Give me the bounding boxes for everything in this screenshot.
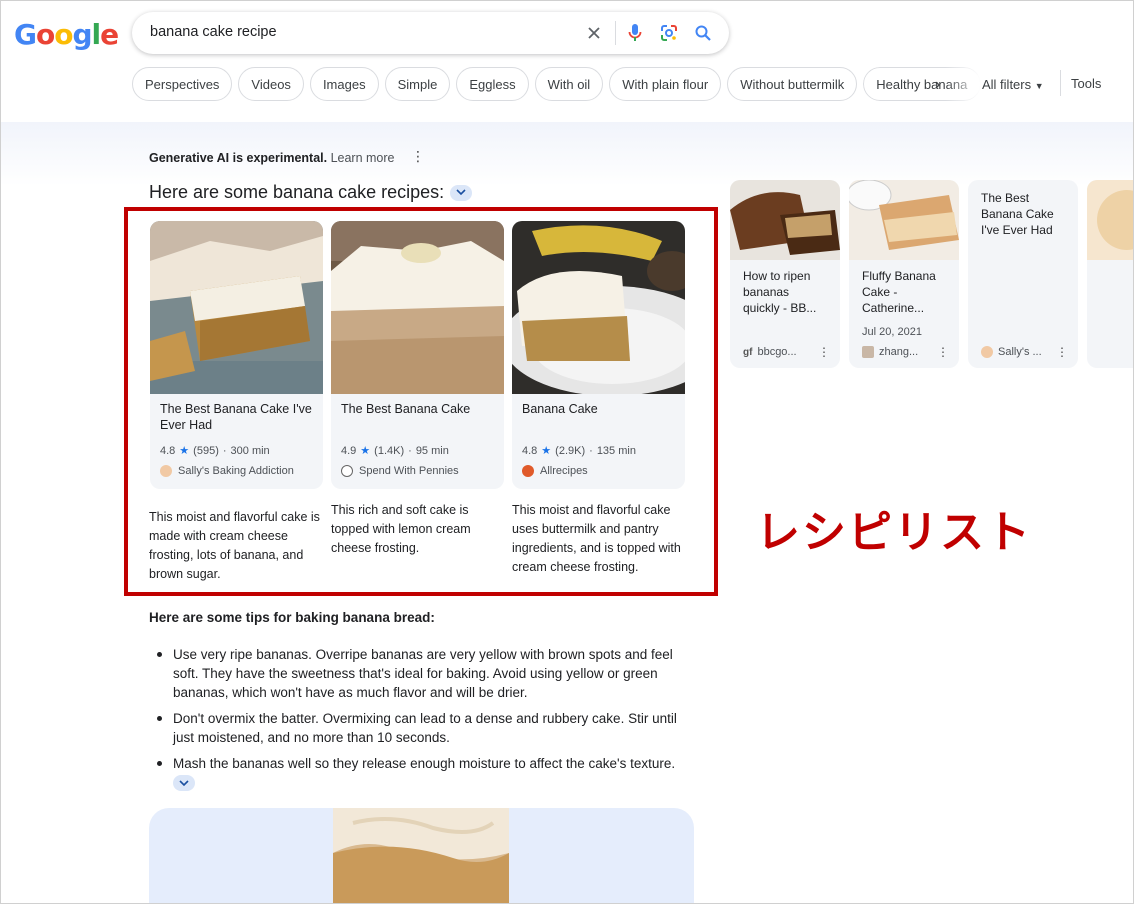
search-icon[interactable]	[691, 21, 715, 45]
side-card[interactable]: How to ripen bananas quickly - BB... gf …	[730, 180, 840, 368]
chip-perspectives[interactable]: Perspectives	[132, 67, 233, 101]
learn-more-link[interactable]: Learn more	[331, 151, 395, 165]
tools-divider	[1060, 70, 1061, 96]
tip-item: Mash the bananas well so they release en…	[157, 754, 697, 792]
image-panel	[149, 808, 694, 904]
cupcake-icon	[981, 346, 993, 358]
search-divider	[615, 21, 616, 45]
ai-heading-text: Here are some banana cake recipes:	[149, 182, 445, 202]
side-card-title: How to ripen bananas quickly - BB...	[743, 269, 817, 315]
side-card-source-name: bbcgo...	[757, 346, 797, 358]
annotation-label: レシピリスト	[756, 507, 1032, 558]
search-input[interactable]: banana cake recipe	[150, 24, 277, 40]
chip-images[interactable]: Images	[309, 67, 379, 101]
side-card[interactable]: Fluffy Banana Cake - Catherine... Jul 20…	[849, 180, 959, 368]
clear-icon[interactable]	[582, 21, 606, 45]
chevron-down-icon[interactable]	[450, 184, 473, 201]
all-filters-dropdown[interactable]: All filters ▼	[982, 77, 1044, 92]
tip-item: Use very ripe bananas. Overripe bananas …	[157, 645, 697, 702]
filter-chips: Perspectives Videos Images Simple Eggles…	[132, 67, 982, 101]
lens-camera-icon[interactable]	[657, 21, 681, 45]
chip-without-buttermilk[interactable]: Without buttermilk	[727, 67, 858, 101]
side-card-source-name: Sally's ...	[998, 346, 1042, 358]
chip-with-oil[interactable]: With oil	[534, 67, 604, 101]
annotation-highlight-box	[124, 207, 718, 596]
more-options-icon[interactable]: ⋮	[1056, 345, 1068, 359]
side-card-source-name: zhang...	[879, 346, 919, 358]
tip-item: Don't overmix the batter. Overmixing can…	[157, 709, 697, 747]
side-card-peek[interactable]	[1087, 180, 1134, 368]
side-card-date: Jul 20, 2021	[862, 326, 922, 338]
bbc-logo-icon: gf	[743, 346, 753, 358]
tip-text: Mash the bananas well so they release en…	[173, 756, 676, 771]
tools-button[interactable]: Tools	[1071, 76, 1101, 91]
chip-videos[interactable]: Videos	[238, 67, 304, 101]
side-card-image	[730, 180, 840, 260]
cake-image[interactable]	[333, 808, 509, 904]
chevron-down-icon[interactable]	[173, 775, 195, 792]
more-options-icon[interactable]: ⋮	[411, 148, 425, 165]
chevron-right-icon[interactable]: ›	[935, 76, 940, 94]
ai-notice: Generative AI is experimental. Learn mor…	[149, 151, 395, 165]
ai-heading: Here are some banana cake recipes:	[149, 182, 473, 203]
chip-simple[interactable]: Simple	[384, 67, 451, 101]
more-options-icon[interactable]: ⋮	[818, 345, 830, 359]
side-card-title: The Best Banana Cake I've Ever Had	[981, 191, 1054, 237]
more-options-icon[interactable]: ⋮	[937, 345, 949, 359]
chip-healthy-banana[interactable]: Healthy banana	[863, 67, 982, 101]
all-filters-label: All filters	[982, 77, 1032, 92]
caret-down-icon: ▼	[1034, 81, 1044, 91]
side-card-title: Fluffy Banana Cake - Catherine...	[862, 269, 936, 315]
side-card[interactable]: The Best Banana Cake I've Ever Had Sally…	[968, 180, 1078, 368]
side-card-image	[849, 180, 959, 260]
ai-notice-text: Generative AI is experimental.	[149, 151, 328, 165]
site-favicon-icon	[862, 346, 874, 358]
search-box[interactable]: banana cake recipe	[132, 12, 729, 54]
chip-eggless[interactable]: Eggless	[456, 67, 529, 101]
tips-list: Use very ripe bananas. Overripe bananas …	[157, 645, 697, 799]
tips-heading: Here are some tips for baking banana bre…	[149, 610, 435, 625]
microphone-icon[interactable]	[623, 21, 647, 45]
chip-with-plain-flour[interactable]: With plain flour	[609, 67, 722, 101]
google-logo[interactable]: Google	[14, 18, 119, 51]
